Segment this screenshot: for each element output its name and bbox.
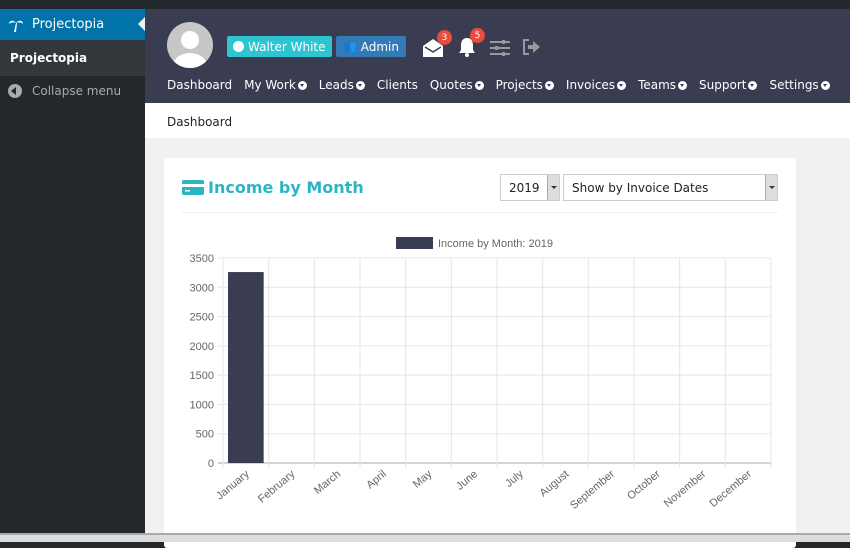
messages-count-badge: 3 — [437, 30, 452, 45]
x-tick-label: October — [625, 468, 663, 503]
sliders-icon — [490, 40, 510, 56]
user-name: Walter White — [248, 39, 326, 54]
x-tick-label: February — [256, 468, 298, 506]
x-tick-label: November — [662, 468, 709, 510]
sign-out-icon — [523, 39, 540, 55]
users-icon: 👥 — [343, 40, 357, 53]
breadcrumb: Dashboard — [145, 103, 850, 138]
palm-tree-icon — [9, 20, 23, 32]
collapse-label: Collapse menu — [32, 84, 122, 98]
nav-item-quotes[interactable]: Quotes — [430, 78, 484, 92]
collapse-menu-button[interactable]: Collapse menu — [0, 76, 145, 106]
nav-item-leads[interactable]: Leads — [319, 78, 365, 92]
sidebar-item-label: Projectopia — [32, 17, 105, 32]
chevron-down-icon — [297, 80, 307, 90]
chevron-down-icon — [820, 80, 830, 90]
x-tick-label: May — [411, 468, 435, 491]
nav-item-label: Teams — [638, 78, 677, 92]
income-by-month-card: Income by Month 2019 Show by Invoice Dat… — [164, 158, 796, 548]
y-tick-label: 1000 — [190, 399, 214, 411]
main-nav: Dashboard My Work Leads Clients Quotes Projec… — [167, 78, 830, 92]
nav-item-label: My Work — [244, 78, 296, 92]
x-tick-label: June — [454, 468, 480, 493]
nav-item-label: Settings — [769, 78, 819, 92]
notifications-count-badge: 5 — [470, 28, 485, 43]
admin-top-bar — [0, 0, 850, 9]
legend-swatch — [396, 237, 433, 249]
role-label: Admin — [360, 39, 399, 54]
y-tick-label: 3500 — [190, 253, 214, 265]
chevron-down-icon — [355, 80, 365, 90]
y-tick-label: 3000 — [190, 282, 214, 294]
y-tick-label: 1500 — [190, 370, 214, 382]
chevron-down-icon — [617, 80, 627, 90]
messages-button[interactable]: 3 — [423, 30, 452, 61]
y-tick-label: 0 — [208, 458, 214, 470]
horizontal-scrollbar[interactable] — [0, 533, 850, 542]
y-tick-label: 500 — [196, 429, 214, 441]
x-tick-label: August — [537, 468, 571, 499]
nav-item-label: Quotes — [429, 78, 473, 92]
nav-item-teams[interactable]: Teams — [638, 78, 688, 92]
user-silhouette-icon — [173, 31, 207, 68]
sidebar-item-projectopia[interactable]: Projectopia — [0, 9, 145, 40]
nav-item-label: Leads — [318, 78, 354, 92]
user-badge[interactable]: Walter White — [227, 36, 332, 57]
nav-item-label: Dashboard — [167, 78, 233, 92]
nav-item-label: Projects — [495, 78, 543, 92]
chevron-down-icon — [474, 80, 484, 90]
x-tick-label: December — [708, 468, 755, 510]
x-tick-label: September — [568, 468, 617, 512]
x-tick-label: July — [503, 468, 526, 490]
sidebar-subitem-projectopia[interactable]: Projectopia — [0, 40, 145, 76]
x-tick-label: March — [312, 468, 343, 497]
collapse-icon — [8, 84, 22, 98]
nav-item-support[interactable]: Support — [699, 78, 758, 92]
income-chart: 0 500 1000 1500 2000 2500 3000 3500 January Febru… — [190, 237, 772, 512]
y-tick-label: 2500 — [190, 312, 214, 324]
sidebar: Projectopia Projectopia Collapse menu — [0, 9, 145, 542]
user-circle-icon — [233, 41, 244, 52]
nav-item-invoices[interactable]: Invoices — [565, 78, 627, 92]
chevron-down-icon — [678, 80, 688, 90]
chevron-down-icon — [544, 80, 554, 90]
x-tick-label: April — [364, 468, 389, 491]
avatar[interactable] — [167, 22, 213, 68]
nav-item-label: Clients — [376, 78, 418, 92]
nav-item-dashboard[interactable]: Dashboard — [167, 78, 232, 92]
nav-item-projects[interactable]: Projects — [496, 78, 554, 92]
nav-item-settings[interactable]: Settings — [769, 78, 830, 92]
nav-item-label: Invoices — [565, 78, 616, 92]
settings-sliders-button[interactable] — [490, 40, 510, 60]
chevron-down-icon — [748, 80, 758, 90]
notifications-button[interactable]: 5 — [458, 28, 485, 61]
admin-badge[interactable]: 👥 Admin — [336, 36, 406, 57]
y-tick-label: 2000 — [190, 341, 214, 353]
main-content: Walter White 👥 Admin 3 5 Dashboard My Wor… — [145, 9, 850, 548]
x-tick-label: January — [214, 468, 252, 503]
nav-item-label: Support — [699, 78, 747, 92]
header: Walter White 👥 Admin 3 5 Dashboard My Wor… — [145, 9, 850, 103]
nav-item-clients[interactable]: Clients — [377, 78, 418, 92]
nav-item-my-work[interactable]: My Work — [244, 78, 307, 92]
bar-january — [228, 272, 264, 463]
logout-button[interactable] — [523, 39, 541, 59]
legend-label: Income by Month: 2019 — [438, 238, 553, 250]
